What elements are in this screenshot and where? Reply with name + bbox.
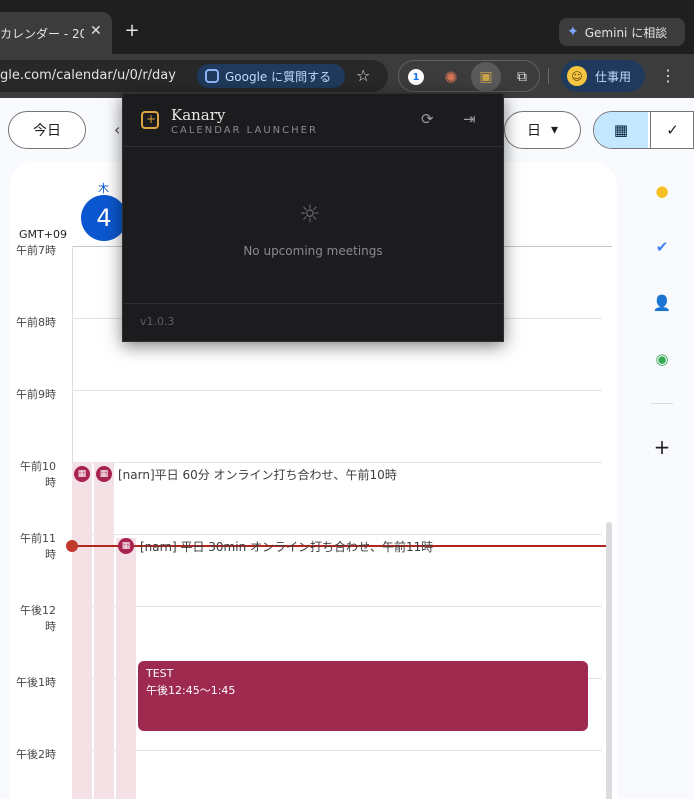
today-button[interactable]: 今日 (8, 111, 86, 149)
hour-label: 午前10時 (20, 460, 56, 489)
profile-label: 仕事用 (595, 69, 632, 84)
hour-label: 午後1時 (16, 676, 56, 689)
hour-label: 午後2時 (16, 748, 56, 761)
close-icon[interactable]: ✕ (90, 23, 102, 39)
extensions-puzzle-icon[interactable]: ⧉ (507, 62, 537, 92)
hour-label: 午前7時 (16, 244, 56, 257)
hour-label: 午後12時 (20, 604, 56, 633)
contacts-person-icon[interactable]: 👤 (651, 292, 673, 314)
kanary-extension-icon[interactable]: ▣ (471, 62, 501, 92)
popup-divider (123, 146, 503, 147)
event-calendar-icon[interactable]: ▦ (74, 466, 90, 482)
kanary-calendar-icon (141, 111, 159, 129)
day-number[interactable]: 4 (81, 195, 127, 241)
add-addon-icon[interactable]: + (651, 435, 673, 459)
hour-line (72, 606, 602, 607)
browser-menu-icon[interactable]: ⋮ (660, 66, 676, 85)
lens-label: Google に質問する (225, 69, 332, 84)
new-tab-button[interactable]: + (121, 20, 143, 42)
app-switcher: ▦ ✓ (593, 111, 694, 149)
tasks-check-icon[interactable]: ✓ (650, 112, 694, 148)
hour-label: 午前11時 (20, 532, 56, 561)
hour-line (72, 390, 602, 391)
hour-line (72, 750, 602, 751)
popup-divider (123, 303, 503, 304)
sun-icon: ☼ (299, 200, 321, 228)
calendar-icon[interactable]: ▦ (594, 112, 648, 148)
hour-line (72, 462, 602, 463)
event-calendar-icon[interactable]: ▦ (96, 466, 112, 482)
event-calendar-icon[interactable]: ▦ (118, 538, 134, 554)
gemini-label: Gemini に相談 (584, 25, 668, 40)
browser-toolbar: gle.com/calendar/u/0/r/day Google に質問する … (0, 54, 694, 98)
view-selector[interactable]: 日 ▾ (504, 111, 581, 149)
browser-tab[interactable]: カレンダー - 20 ✕ (0, 12, 112, 54)
refresh-icon[interactable]: ⟳ (421, 110, 434, 128)
chevron-left-icon[interactable]: ‹ (114, 120, 120, 139)
event-column[interactable] (116, 538, 136, 799)
event-column[interactable] (72, 462, 92, 799)
event-block-title: TEST (146, 667, 174, 680)
extensions-group: 1 ✺ ▣ ⧉ (398, 60, 540, 92)
gemini-icon: ✦ (567, 24, 579, 40)
event-title[interactable]: [narn] 平日 30min オンライン打ち合わせ、午前11時 (140, 538, 433, 555)
tab-strip: カレンダー - 20 ✕ + ✦ Gemini に相談 (0, 0, 694, 54)
day-of-week: 木 (98, 182, 109, 195)
empty-state-text: No upcoming meetings (243, 244, 383, 258)
gemini-button[interactable]: ✦ Gemini に相談 (559, 18, 685, 46)
side-panel-divider (651, 403, 673, 404)
hour-line (72, 534, 602, 535)
password-manager-extension-icon[interactable]: 1 (401, 62, 431, 92)
address-bar[interactable]: gle.com/calendar/u/0/r/day Google に質問する … (0, 60, 388, 92)
profile-button[interactable]: ☺ 仕事用 (561, 60, 645, 92)
version-label: v1.0.3 (140, 315, 175, 328)
kanary-popup: Kanary CALENDAR LAUNCHER ⟳ ⇥ ☼ No upcomi… (122, 93, 504, 342)
bookmark-star-icon[interactable]: ☆ (356, 66, 370, 85)
avatar: ☺ (567, 66, 587, 86)
url-text: gle.com/calendar/u/0/r/day (0, 68, 176, 83)
popup-title: Kanary (171, 106, 226, 124)
keep-bulb-icon[interactable]: ● (651, 180, 673, 202)
event-title[interactable]: [narn]平日 60分 オンライン打ち合わせ、午前10時 (118, 466, 397, 483)
logout-icon[interactable]: ⇥ (463, 110, 476, 128)
popup-subtitle: CALENDAR LAUNCHER (171, 125, 318, 136)
claude-extension-icon[interactable]: ✺ (436, 62, 466, 92)
timezone-label: GMT+09 (19, 228, 67, 241)
caret-down-icon: ▾ (550, 122, 559, 138)
hour-label: 午前8時 (16, 316, 56, 329)
event-column[interactable] (94, 462, 114, 799)
view-label: 日 (526, 123, 541, 139)
scrollbar[interactable] (606, 522, 612, 799)
hour-label: 午前9時 (16, 388, 56, 401)
toolbar-divider (548, 68, 549, 84)
tasks-icon[interactable]: ✔ (651, 236, 673, 258)
maps-pin-icon[interactable]: ◉ (651, 348, 673, 370)
event-test[interactable]: TEST 午後12:45〜1:45 (138, 661, 588, 731)
lens-icon (205, 69, 219, 83)
google-lens-button[interactable]: Google に質問する (197, 64, 345, 88)
event-block-time: 午後12:45〜1:45 (146, 684, 236, 697)
tab-title: カレンダー - 20 (0, 27, 84, 41)
current-time-dot (66, 540, 78, 552)
